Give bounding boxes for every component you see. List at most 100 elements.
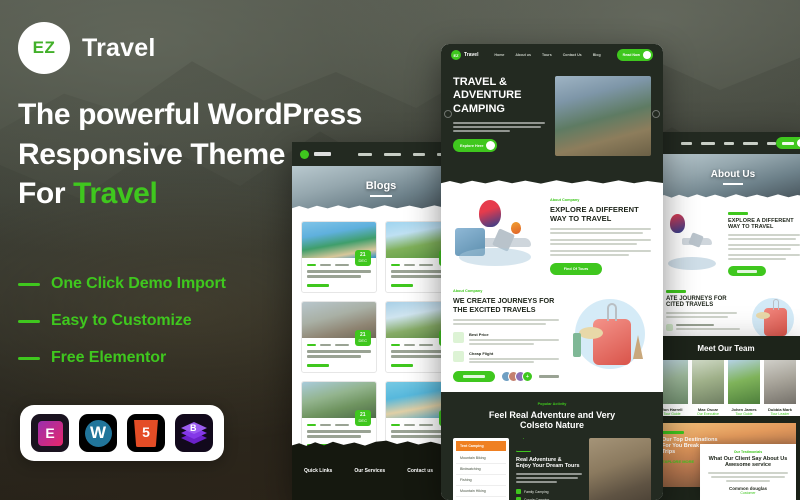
nav-link-home[interactable]: Home [494, 53, 504, 57]
explore-title-line: EXPLORE A DIFFERENT [550, 205, 639, 214]
testimonial-eyebrow: Our Testimonials [733, 450, 763, 454]
team-member-role: Tour Guide [735, 412, 753, 416]
hero-title-line: TRAVEL & [453, 76, 507, 88]
adventure-checklist: Family Camping Couple Camping Wild Campi… [516, 489, 582, 500]
logo-badge-text: EZ [451, 50, 461, 60]
footer-col-quick-links: Quick Links [304, 468, 333, 474]
check-icon [516, 489, 521, 494]
slider-prev-arrow[interactable] [444, 110, 452, 118]
clients-count-label [539, 375, 559, 378]
mockup-home-page[interactable]: EZ Travel Home About us Tours Contact Us… [441, 44, 663, 500]
dash-icon [18, 282, 40, 286]
title-underline [370, 195, 392, 197]
elementor-glyph: E [37, 420, 63, 446]
home-logo[interactable]: EZ Travel [451, 50, 478, 60]
blog-card-thumb: 21 DEC [302, 302, 376, 346]
explore-cta-button[interactable]: Find Of Tours [550, 263, 602, 275]
feature-label: Free Elementor [51, 349, 167, 366]
journeys-title-line: WE CREATE JOURNEYS FOR [453, 296, 555, 305]
logo-text: Travel [464, 52, 479, 58]
html5-glyph: 5 [134, 419, 158, 447]
blog-card-readmore[interactable] [391, 284, 413, 287]
journeys-title-line: THE EXCITED TRAVELS [453, 305, 536, 314]
testimonial-author-role: Customer [740, 491, 756, 495]
headline-line-1: The powerful WordPress [18, 98, 363, 131]
feature-list: One Click Demo Import Easy to Customize … [18, 275, 226, 386]
mockup-team-page[interactable]: Meet Our Team Jon Harrell Tour Guide Max… [652, 336, 800, 500]
tab-mountain-biking[interactable]: Mountain Biking [456, 453, 506, 464]
hot-air-balloon-icon [479, 200, 501, 227]
about-journeys-title-line: CITED TRAVELS [666, 302, 714, 308]
home-nav-links[interactable]: Home About us Tours Contact Us Blog [494, 53, 600, 57]
bootstrap-glyph-stack: B [181, 422, 207, 444]
blog-card-thumb: 21 DEC [302, 382, 376, 426]
blogs-logo[interactable] [300, 149, 331, 159]
bootstrap-glyph: B [190, 423, 197, 433]
blog-card-title-line [307, 350, 371, 353]
blog-card-title-line [307, 270, 371, 273]
brand-logo[interactable]: EZ Travel [18, 22, 155, 74]
blog-card-readmore[interactable] [307, 364, 329, 367]
journeys-point: Best Price [453, 332, 559, 345]
cloud-shape [668, 257, 716, 270]
adventure-tab-list[interactable]: Tent Camping Mountain Biking Birdwatchin… [453, 438, 509, 500]
blog-card-title-line [307, 435, 361, 438]
blog-card-title-line [391, 275, 443, 278]
about-nav[interactable] [658, 132, 800, 154]
blog-card[interactable]: 21 DEC [301, 381, 377, 453]
home-hero: EZ Travel Home About us Tours Contact Us… [441, 44, 663, 186]
suitcase-icon [593, 319, 631, 365]
blogs-page-title: Blogs [365, 180, 397, 192]
tab-tent-camping[interactable]: Tent Camping [456, 441, 506, 451]
nav-cta-label: Read Now [622, 53, 640, 57]
team-member[interactable]: Johen James Tour Guide [728, 360, 760, 416]
date-month: DEC [358, 418, 367, 423]
about-travel-collage [666, 212, 722, 274]
testimonial-card: Our Testimonials What Our Client Say Abo… [700, 444, 796, 500]
blog-card-title-line [307, 355, 361, 358]
journeys-point-title: Best Price [469, 332, 489, 337]
nav-link-tours[interactable]: Tours [542, 53, 552, 57]
client-avatars: + [501, 371, 533, 382]
explore-cta-label: Find Of Tours [563, 267, 589, 271]
journeys-cta-button[interactable] [453, 371, 495, 382]
hero-cta-button[interactable]: Explore Here [453, 139, 498, 153]
team-member-role: Our Executive [697, 412, 719, 416]
blog-card-readmore[interactable] [307, 284, 329, 287]
adventure-title-line: Feel Real Adventure and Very [488, 410, 616, 420]
sun-hat-icon [756, 312, 770, 319]
blog-card[interactable]: 21 DEC [301, 221, 377, 293]
blog-card-readmore[interactable] [391, 364, 413, 367]
team-member[interactable]: Max Oscar Our Executive [692, 360, 724, 416]
nav-link-about[interactable]: About us [515, 53, 531, 57]
blog-card-date: 21 DEC [354, 330, 371, 346]
hot-air-balloon-icon-small [511, 222, 521, 234]
brand-name: Travel [82, 33, 156, 62]
airplane-wing [688, 232, 704, 248]
nav-link-contact[interactable]: Contact Us [563, 53, 582, 57]
feature-label: Easy to Customize [51, 312, 192, 329]
destinations-eyebrow [662, 431, 684, 434]
home-nav-cta[interactable]: Read Now [616, 49, 653, 61]
team-member[interactable]: Dubbia Mark Tour Leader [764, 360, 796, 416]
tab-mountain-hiking[interactable]: Mountain Hiking [456, 486, 506, 497]
about-explore-cta[interactable] [728, 266, 766, 276]
blog-card-thumb: 21 DEC [302, 222, 376, 266]
date-month: DEC [358, 258, 367, 263]
blog-card[interactable]: 21 DEC [301, 301, 377, 373]
dash-icon [18, 319, 40, 323]
slider-next-arrow[interactable] [652, 110, 660, 118]
headline-line-2: Responsive Theme [18, 137, 286, 171]
elementor-icon: E [31, 414, 69, 452]
nav-link-blog[interactable]: Blog [593, 53, 601, 57]
explore-eyebrow: About Company [550, 198, 580, 202]
bootstrap-icon: B [175, 414, 213, 452]
about-nav-links[interactable] [681, 141, 776, 145]
tab-birdwatching[interactable]: Birdwatching [456, 464, 506, 475]
tab-fishing[interactable]: Fishing [456, 475, 506, 486]
home-nav[interactable]: EZ Travel Home About us Tours Contact Us… [441, 44, 663, 66]
about-nav-cta[interactable] [776, 137, 800, 149]
about-page-header: About Us [658, 154, 800, 200]
panel-title-line: Enjoy Your Dream Tours [516, 463, 580, 469]
headline-line-3: For Travel [18, 174, 293, 214]
